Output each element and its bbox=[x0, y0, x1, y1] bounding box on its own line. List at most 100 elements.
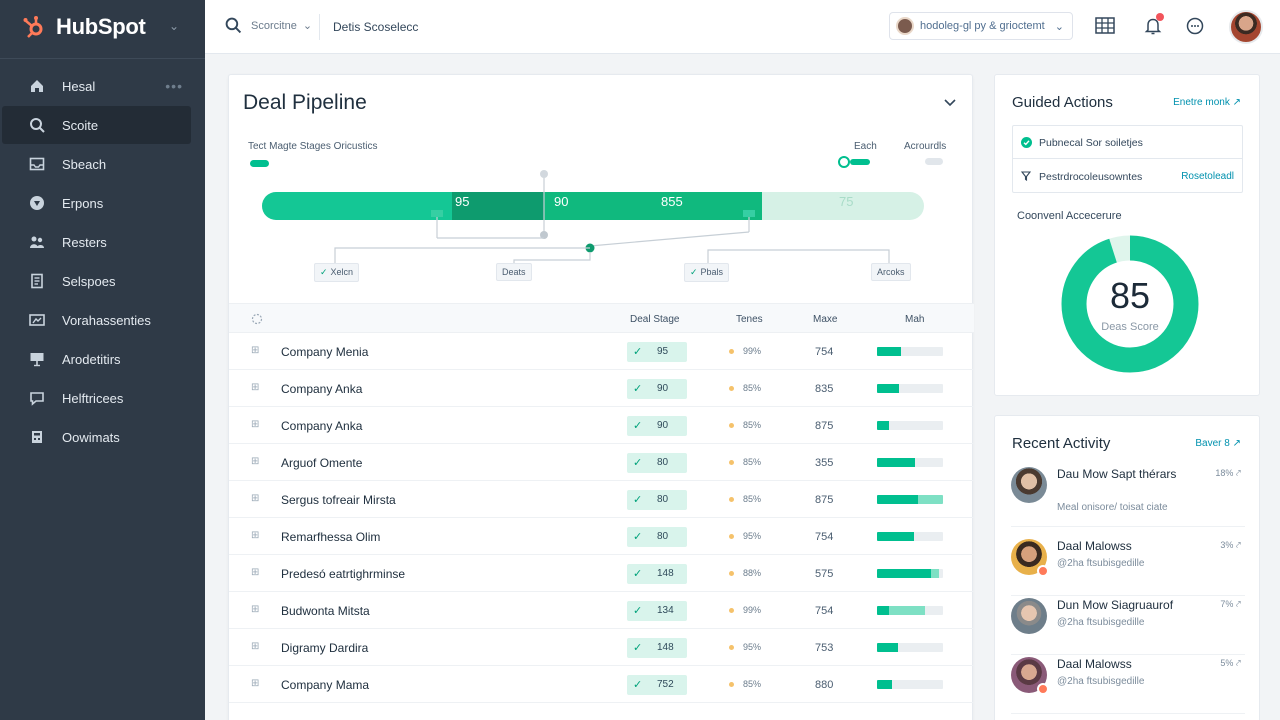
progress-fill bbox=[877, 532, 914, 541]
company-name[interactable]: Company Menia bbox=[281, 345, 368, 359]
table-row[interactable]: ⊞ Predesó eatrtighrminse ✓ 148 88% 575 bbox=[229, 555, 974, 592]
activity-name: Daal Malowss bbox=[1057, 539, 1132, 553]
company-name[interactable]: Digramy Dardira bbox=[281, 641, 368, 655]
row-grid-icon[interactable]: ⊞ bbox=[251, 605, 261, 615]
column-header-tenes[interactable]: Tenes bbox=[736, 314, 763, 325]
table-row[interactable]: ⊞ Budwonta Mitsta ✓ 134 99% 754 bbox=[229, 592, 974, 629]
sidebar-item-vorahassenties[interactable]: Vorahassenties bbox=[2, 301, 191, 339]
company-name[interactable]: Company Anka bbox=[281, 419, 362, 433]
activity-link[interactable]: Baver 8 ↗ bbox=[1195, 438, 1241, 449]
deal-stage-badge: ✓ 90 bbox=[627, 379, 687, 399]
company-name[interactable]: Remarfhessa Olim bbox=[281, 530, 380, 544]
activity-item[interactable]: Daal Malowss @2ha ftsubisgedille 5% ⤤ bbox=[1011, 657, 1245, 714]
search-input[interactable] bbox=[333, 16, 633, 38]
company-name[interactable]: Budwonta Mitsta bbox=[281, 604, 370, 618]
user-avatar[interactable] bbox=[1229, 10, 1263, 44]
help-chat-icon[interactable] bbox=[1185, 16, 1205, 36]
table-row[interactable]: ⊞ Company Anka ✓ 90 85% 875 bbox=[229, 407, 974, 444]
row-grid-icon[interactable]: ⊞ bbox=[251, 346, 261, 356]
company-name[interactable]: Predesó eatrtighrminse bbox=[281, 567, 405, 581]
sidebar-item-resters[interactable]: Resters bbox=[2, 223, 191, 261]
node-label: Pbals bbox=[700, 267, 724, 277]
company-name[interactable]: Company Mama bbox=[281, 678, 369, 692]
column-header-mah[interactable]: Mah bbox=[905, 314, 924, 325]
row-grid-icon[interactable]: ⊞ bbox=[251, 679, 261, 689]
grid-icon[interactable] bbox=[1095, 16, 1115, 36]
activity-name: Daal Malowss bbox=[1057, 657, 1132, 671]
chevron-down-icon[interactable] bbox=[944, 99, 956, 107]
check-icon: ✓ bbox=[690, 267, 698, 277]
collapse-icon[interactable]: ⌄ bbox=[169, 19, 179, 33]
node-label: Xelcn bbox=[330, 267, 354, 277]
activity-link-label: Baver 8 bbox=[1195, 438, 1230, 449]
brand[interactable]: HubSpot ⌄ bbox=[0, 0, 205, 54]
search-divider bbox=[319, 14, 320, 40]
guided-action-link[interactable]: Rosetoleadl bbox=[1181, 171, 1234, 182]
progress-fill bbox=[877, 643, 899, 652]
progress-fill bbox=[877, 458, 916, 467]
activity-percent-value: 7% bbox=[1220, 599, 1234, 609]
progress-bar bbox=[877, 606, 943, 615]
search-scope-dropdown[interactable]: Scorcitne ⌄ bbox=[251, 19, 312, 33]
stage-value: 90 bbox=[554, 194, 569, 209]
table-row[interactable]: ⊞ Company Menia ✓ 95 99% 754 bbox=[229, 333, 974, 370]
sidebar-item-hesal[interactable]: Hesal ••• bbox=[2, 67, 191, 105]
sidebar-item-sbeach[interactable]: Sbeach bbox=[2, 145, 191, 183]
column-header-stage[interactable]: Deal Stage bbox=[630, 314, 679, 325]
more-icon[interactable]: ••• bbox=[165, 78, 183, 94]
sidebar-item-arodetitirs[interactable]: Arodetitirs bbox=[2, 340, 191, 378]
company-name[interactable]: Sergus tofreair Mirsta bbox=[281, 493, 396, 507]
sidebar-item-label: Erpons bbox=[62, 195, 104, 211]
row-grid-icon[interactable]: ⊞ bbox=[251, 531, 261, 541]
pipeline-node[interactable]: Arcoks bbox=[871, 263, 911, 281]
company-name[interactable]: Arguof Omente bbox=[281, 456, 362, 470]
row-grid-icon[interactable]: ⊞ bbox=[251, 568, 261, 578]
company-name[interactable]: Company Anka bbox=[281, 382, 362, 396]
column-header-maxe[interactable]: Maxe bbox=[813, 314, 837, 325]
pipeline-node[interactable]: Deats bbox=[496, 263, 532, 281]
sidebar-item-erpons[interactable]: Erpons bbox=[2, 184, 191, 222]
table-row[interactable]: ⊞ Digramy Dardira ✓ 148 95% 753 bbox=[229, 629, 974, 666]
sidebar-item-label: Vorahassenties bbox=[62, 312, 151, 328]
table-row[interactable]: ⊞ Sergus tofreair Mirsta ✓ 80 85% 875 bbox=[229, 481, 974, 518]
sidebar-item-scoite[interactable]: Scoite bbox=[2, 106, 191, 144]
sidebar-item-oowimats[interactable]: Oowimats bbox=[2, 418, 191, 456]
pipeline-node[interactable]: ✓ Xelcn bbox=[314, 263, 360, 282]
table-row[interactable]: ⊞ Company Mama ✓ 752 85% 880 bbox=[229, 666, 974, 703]
maxe-value: 754 bbox=[815, 531, 834, 543]
row-grid-icon[interactable]: ⊞ bbox=[251, 420, 261, 430]
search-icon[interactable] bbox=[225, 17, 242, 34]
deal-score-label: Deas Score bbox=[1101, 321, 1158, 333]
settings-icon[interactable] bbox=[251, 313, 263, 325]
guided-action-item[interactable]: Pestrdrocoleusowntes Rosetoleadl bbox=[1013, 160, 1242, 193]
maxe-value: 835 bbox=[815, 383, 834, 395]
row-grid-icon[interactable]: ⊞ bbox=[251, 642, 261, 652]
activity-item[interactable]: Daal Malowss @2ha ftsubisgedille 3% ⤤ bbox=[1011, 539, 1245, 596]
row-grid-icon[interactable]: ⊞ bbox=[251, 457, 261, 467]
table-row[interactable]: ⊞ Arguof Omente ✓ 80 85% 355 bbox=[229, 444, 974, 481]
table-row[interactable]: ⊞ Remarfhessa Olim ✓ 80 95% 754 bbox=[229, 518, 974, 555]
row-grid-icon[interactable]: ⊞ bbox=[251, 383, 261, 393]
deal-stage-badge: ✓ 80 bbox=[627, 453, 687, 473]
progress-bar bbox=[877, 384, 943, 393]
activity-item[interactable]: Dau Mow Sapt thérars Meal onisore/ toisa… bbox=[1011, 467, 1245, 527]
activity-item[interactable]: Dun Mow Siagruaurof @2ha ftsubisgedille … bbox=[1011, 598, 1245, 655]
page-title: Deal Pipeline bbox=[243, 91, 367, 114]
table-row[interactable]: ⊞ Company Anka ✓ 90 85% 835 bbox=[229, 370, 974, 407]
sidebar-item-selspoes[interactable]: Selspoes bbox=[2, 262, 191, 300]
deal-stage-badge: ✓ 148 bbox=[627, 638, 687, 658]
sidebar-item-label: Scoite bbox=[62, 117, 99, 133]
pipeline-node[interactable]: ✓ Pbals bbox=[684, 263, 730, 282]
maxe-value: 754 bbox=[815, 346, 834, 358]
guided-action-item[interactable]: Pubnecal Sor soiletjes bbox=[1013, 126, 1242, 159]
tenes-value: 85% bbox=[743, 420, 762, 430]
activity-sub: @2ha ftsubisgedille bbox=[1057, 617, 1145, 628]
account-switcher[interactable]: hodoleg-gl py & grioctemt ⌄ bbox=[889, 12, 1073, 40]
sidebar-item-helftricees[interactable]: Helftricees bbox=[2, 379, 191, 417]
tenes-value: 95% bbox=[743, 531, 762, 541]
sidebar-item-label: Sbeach bbox=[62, 156, 107, 172]
row-grid-icon[interactable]: ⊞ bbox=[251, 494, 261, 504]
guided-action-label: Pubnecal Sor soiletjes bbox=[1039, 137, 1143, 149]
guided-link[interactable]: Enetre monk ↗ bbox=[1173, 97, 1241, 108]
sidebar-item-label: Arodetitirs bbox=[62, 351, 121, 367]
